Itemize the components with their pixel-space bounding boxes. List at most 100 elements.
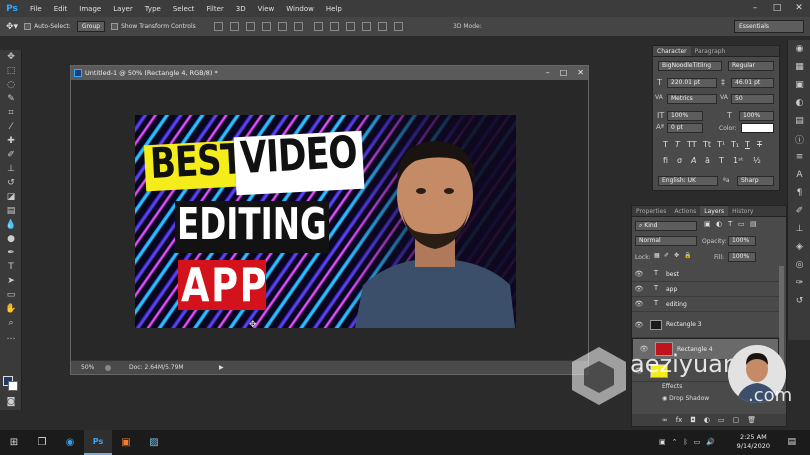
menu-filter[interactable]: Filter (200, 5, 229, 13)
auto-select-checkbox[interactable] (24, 23, 32, 30)
history-panel-icon[interactable]: ↺ (788, 292, 810, 310)
document-tab[interactable]: Untitled-1 @ 50% (Rectangle 4, RGB/8) * … (71, 66, 588, 80)
paragraph-panel-icon[interactable]: ¶ (788, 184, 810, 202)
visibility-eye-icon[interactable]: 👁 (632, 270, 646, 278)
opacity-field[interactable]: 100% (728, 236, 756, 246)
layer-kind-filter[interactable]: ⌕ Kind (635, 221, 697, 231)
layer-row-app[interactable]: 👁 T app (632, 282, 779, 297)
lock-all-icon[interactable]: 🔒 (684, 252, 691, 259)
tray-app-icon[interactable]: ▣ (659, 438, 666, 446)
faux-bold-icon[interactable]: T (663, 140, 668, 149)
align-bottom-icon[interactable] (245, 22, 255, 31)
swatches-panel-icon[interactable]: ▦ (788, 58, 810, 76)
photoshop-taskbar-icon[interactable]: Ps (84, 430, 112, 455)
background-color-swatch[interactable] (8, 381, 18, 391)
mask-icon[interactable]: ◘ (690, 414, 696, 426)
leading-field[interactable]: 46.01 pt (731, 78, 774, 88)
tracking-field[interactable]: 50 (731, 94, 774, 104)
small-caps-icon[interactable]: Tt (703, 140, 711, 149)
healing-tool-icon[interactable]: ✚ (0, 134, 22, 148)
group-icon[interactable]: ▭ (718, 414, 725, 426)
font-family-dropdown[interactable]: BigNoodleTitling (658, 61, 722, 71)
stamp-tool-icon[interactable]: ⊥ (0, 162, 22, 176)
kerning-field[interactable]: Metrics (667, 94, 717, 104)
path-select-icon[interactable]: ➤ (0, 274, 22, 288)
menu-layer[interactable]: Layer (107, 5, 139, 13)
align-hcenter-icon[interactable] (277, 22, 287, 31)
tab-layers[interactable]: Layers (700, 206, 729, 216)
network-icon[interactable]: ▭ (694, 438, 701, 446)
eyedropper-tool-icon[interactable]: ⁄ (0, 120, 22, 134)
color-panel-icon[interactable]: ◉ (788, 40, 810, 58)
gradient-tool-icon[interactable]: ▤ (0, 204, 22, 218)
align-vcenter-icon[interactable] (229, 22, 239, 31)
zoom-tool-icon[interactable]: ⌕ (0, 316, 22, 330)
menu-image[interactable]: Image (73, 5, 107, 13)
type-tool-icon[interactable]: T (0, 260, 22, 274)
libraries-panel-icon[interactable]: ▤ (788, 112, 810, 130)
move-tool-icon[interactable]: ✥▾ (6, 22, 18, 32)
fractions-icon[interactable]: ½ (753, 156, 761, 165)
distribute-left-icon[interactable] (361, 22, 371, 31)
filter-smart-icon[interactable]: ▤ (750, 220, 757, 228)
channels-panel-icon[interactable]: ◎ (788, 256, 810, 274)
blur-tool-icon[interactable]: 💧 (0, 218, 22, 232)
shape-tool-icon[interactable]: ▭ (0, 288, 22, 302)
tray-expand-icon[interactable]: ⌃ (672, 438, 678, 446)
pen-tool-icon[interactable]: ✒ (0, 246, 22, 260)
hand-tool-icon[interactable]: ✋ (0, 302, 22, 316)
thumbnail-artwork[interactable]: BEST VIDEO EDITING APP (135, 115, 516, 328)
effects-row[interactable]: Effects (662, 383, 682, 390)
menu-help[interactable]: Help (320, 5, 348, 13)
visibility-eye-icon[interactable]: 👁 (632, 300, 646, 308)
swash-icon[interactable]: A (691, 156, 696, 165)
move-tool-icon[interactable]: ✥ (0, 50, 22, 64)
adjustment-icon[interactable]: ◐ (704, 414, 710, 426)
new-layer-icon[interactable]: ▢ (733, 414, 740, 426)
drop-shadow-row[interactable]: ◉ Drop Shadow (662, 395, 709, 402)
layer-row-best[interactable]: 👁 T best (632, 267, 779, 282)
menu-file[interactable]: File (24, 5, 48, 13)
styles-panel-icon[interactable]: ▣ (788, 76, 810, 94)
faux-italic-icon[interactable]: T (675, 140, 680, 149)
menu-type[interactable]: Type (139, 5, 167, 13)
blend-mode-dropdown[interactable]: Normal (635, 236, 697, 246)
paint-app-icon[interactable]: ▣ (112, 430, 140, 455)
align-right-icon[interactable] (293, 22, 303, 31)
zoom-level[interactable]: 50% (81, 361, 94, 375)
distribute-vcenter-icon[interactable] (329, 22, 339, 31)
minimize-button[interactable]: – (744, 0, 766, 17)
ligatures-icon[interactable]: ﬁ (663, 156, 668, 165)
close-button[interactable]: ✕ (788, 0, 810, 17)
history-brush-icon[interactable]: ↺ (0, 176, 22, 190)
underline-icon[interactable]: T (745, 140, 750, 149)
marquee-tool-icon[interactable]: ⬚ (0, 64, 22, 78)
photos-app-icon[interactable]: ▨ (140, 430, 168, 455)
superscript-icon[interactable]: T¹ (717, 140, 725, 149)
lock-position-icon[interactable]: ✥ (674, 252, 679, 259)
tab-properties[interactable]: Properties (632, 206, 670, 216)
font-size-field[interactable]: 220.01 pt (667, 78, 717, 88)
layer-row-rectangle-3[interactable]: 👁 Rectangle 3 (632, 312, 779, 338)
layers-scrollbar[interactable] (779, 266, 784, 366)
fx-icon[interactable]: fx (676, 414, 683, 426)
clone-panel-icon[interactable]: ⊥ (788, 220, 810, 238)
menu-3d[interactable]: 3D (230, 5, 252, 13)
auto-select-option[interactable]: Auto-Select: (24, 23, 71, 30)
doc-minimize-button[interactable]: – (546, 66, 550, 80)
ordinals-icon[interactable]: 1ˢᵗ (733, 156, 743, 165)
maximize-button[interactable]: □ (766, 0, 788, 17)
delete-layer-icon[interactable]: 🗑 (747, 414, 756, 426)
adjustments-panel-icon[interactable]: ◐ (788, 94, 810, 112)
canvas-area[interactable]: BEST VIDEO EDITING APP ✥ (71, 80, 588, 360)
layers-panel-icon[interactable]: ◈ (788, 238, 810, 256)
auto-select-dropdown[interactable]: Group (76, 21, 106, 32)
brush-panel-icon[interactable]: ✐ (788, 202, 810, 220)
titling-alt-icon[interactable]: T (719, 156, 724, 165)
horizontal-scale-field[interactable]: 100% (739, 111, 774, 121)
subscript-icon[interactable]: T₁ (731, 140, 739, 149)
transform-controls-option[interactable]: Show Transform Controls (111, 23, 196, 30)
distribute-bottom-icon[interactable] (345, 22, 355, 31)
fill-field[interactable]: 100% (728, 252, 756, 262)
visibility-eye-icon[interactable]: 👁 (632, 321, 646, 329)
